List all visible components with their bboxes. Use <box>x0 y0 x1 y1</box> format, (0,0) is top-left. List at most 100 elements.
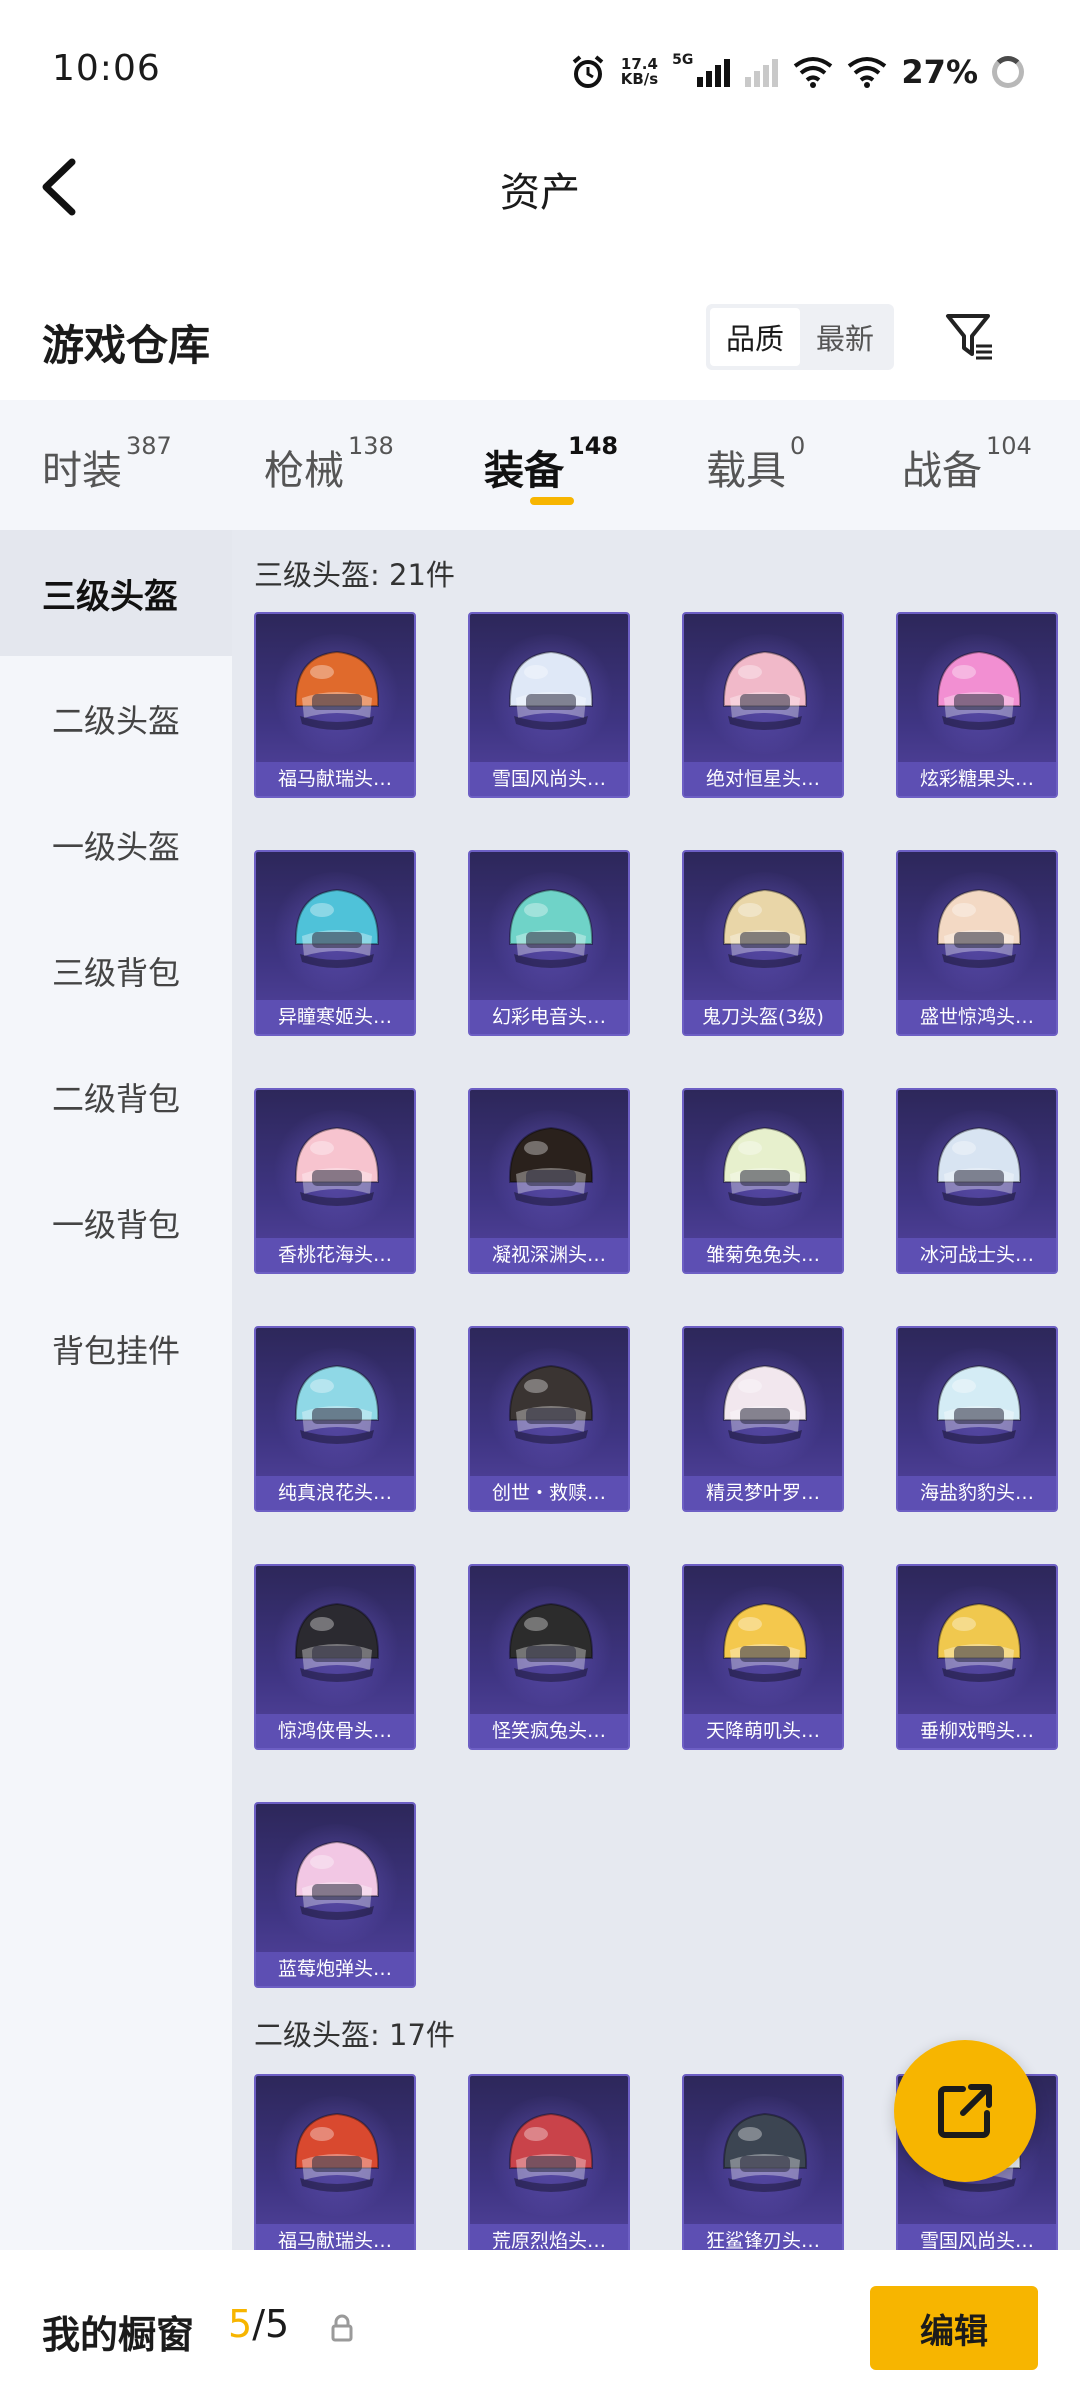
item-name: 蓝莓炮弹头… <box>256 1952 414 1986</box>
helmet-icon <box>936 1364 1022 1444</box>
item-card[interactable]: 幻彩电音头… <box>468 850 630 1036</box>
item-card[interactable]: 荒原烈焰头… <box>468 2074 630 2250</box>
item-name: 凝视深渊头… <box>470 1238 628 1272</box>
helmet-icon <box>508 2112 594 2192</box>
item-card[interactable]: 天降萌叽头… <box>682 1564 844 1750</box>
status-bar: 10:06 17.4 KB/s 5G 27% <box>0 0 1080 140</box>
sidebar-item-level2-helmet[interactable]: 二级头盔 <box>0 656 232 782</box>
item-name: 绝对恒星头… <box>684 762 842 796</box>
tab-label: 装备 <box>484 448 564 494</box>
helmet-icon <box>936 1126 1022 1206</box>
sort-quality-button[interactable]: 品质 <box>710 308 800 366</box>
item-card[interactable]: 凝视深渊头… <box>468 1088 630 1274</box>
tab-label: 枪械 <box>264 448 344 494</box>
tab-count: 138 <box>348 432 394 460</box>
sidebar-item-level1-backpack[interactable]: 一级背包 <box>0 1160 232 1286</box>
item-card[interactable]: 香桃花海头… <box>254 1088 416 1274</box>
helmet-icon <box>294 1126 380 1206</box>
item-name: 冰河战士头… <box>898 1238 1056 1272</box>
signal-icon <box>697 59 731 87</box>
item-card[interactable]: 创世・救赎… <box>468 1326 630 1512</box>
helmet-icon <box>936 1602 1022 1682</box>
category-tabs: 时装387 枪械138 装备148 载具0 战备104 <box>0 400 1080 530</box>
helmet-icon <box>294 1840 380 1920</box>
tab-label: 时装 <box>42 448 122 494</box>
tab-supplies[interactable]: 战备104 <box>902 432 1032 496</box>
item-card[interactable]: 异瞳寒姬头… <box>254 850 416 1036</box>
showcase-current: 5 <box>228 2302 253 2346</box>
warehouse-title: 游戏仓库 <box>42 321 211 370</box>
item-card[interactable]: 雪国风尚头… <box>468 612 630 798</box>
item-card[interactable]: 狂鲨锋刃头… <box>682 2074 844 2250</box>
sidebar-item-backpack-charm[interactable]: 背包挂件 <box>0 1286 232 1412</box>
item-card[interactable]: 福马献瑞头… <box>254 2074 416 2250</box>
helmet-icon <box>294 2112 380 2192</box>
item-name: 垂柳戏鸭头… <box>898 1714 1056 1748</box>
helmet-icon <box>508 1602 594 1682</box>
sidebar-item-level1-helmet[interactable]: 一级头盔 <box>0 782 232 908</box>
sidebar-item-level2-backpack[interactable]: 二级背包 <box>0 1034 232 1160</box>
item-card[interactable]: 鬼刀头盔(3级) <box>682 850 844 1036</box>
showcase-separator: / <box>252 2302 265 2346</box>
item-name: 荒原烈焰头… <box>470 2224 628 2250</box>
item-card[interactable]: 雏菊兔兔头… <box>682 1088 844 1274</box>
item-grid-area[interactable]: 三级头盔: 21件 福马献瑞头… 雪国风尚头… 绝对恒星头… 炫彩糖果头… 异瞳寒姬头…… <box>232 530 1080 2250</box>
item-card[interactable]: 怪笑疯兔头… <box>468 1564 630 1750</box>
item-card[interactable]: 垂柳戏鸭头… <box>896 1564 1058 1750</box>
item-name: 雪国风尚头… <box>470 762 628 796</box>
share-external-icon <box>938 2084 992 2138</box>
item-card[interactable]: 海盐豹豹头… <box>896 1326 1058 1512</box>
showcase-total: 5 <box>265 2302 290 2346</box>
signal-2-icon <box>745 59 779 87</box>
status-time: 10:06 <box>52 48 161 89</box>
item-card[interactable]: 惊鸿侠骨头… <box>254 1564 416 1750</box>
item-card[interactable]: 精灵梦叶罗… <box>682 1326 844 1512</box>
item-card[interactable]: 福马献瑞头… <box>254 612 416 798</box>
tab-count: 0 <box>790 432 806 460</box>
item-card[interactable]: 炫彩糖果头… <box>896 612 1058 798</box>
helmet-icon <box>722 1364 808 1444</box>
helmet-icon <box>294 888 380 968</box>
helmet-icon <box>936 888 1022 968</box>
helmet-icon <box>294 650 380 730</box>
sort-newest-button[interactable]: 最新 <box>800 308 890 366</box>
filter-icon[interactable] <box>944 310 996 362</box>
tab-vehicles[interactable]: 载具0 <box>706 432 805 496</box>
speed-unit: KB/s <box>620 70 659 88</box>
sort-toggle: 品质 最新 <box>706 304 894 370</box>
helmet-icon <box>722 888 808 968</box>
item-card[interactable]: 盛世惊鸿头… <box>896 850 1058 1036</box>
section-header: 三级头盔: 21件 <box>254 558 455 592</box>
showcase-bar: 我的橱窗 5/5 编辑 <box>0 2250 1080 2400</box>
item-name: 纯真浪花头… <box>256 1476 414 1510</box>
item-name: 雪国风尚头… <box>898 2224 1056 2250</box>
edit-button[interactable]: 编辑 <box>870 2286 1038 2370</box>
helmet-icon <box>722 650 808 730</box>
item-name: 鬼刀头盔(3级) <box>684 1000 842 1034</box>
alarm-icon <box>572 55 603 88</box>
item-name: 炫彩糖果头… <box>898 762 1056 796</box>
tab-weapons[interactable]: 枪械138 <box>264 432 394 496</box>
wifi-2-icon <box>848 57 887 88</box>
item-card[interactable]: 绝对恒星头… <box>682 612 844 798</box>
showcase-count: 5/5 <box>228 2302 289 2346</box>
helmet-icon <box>722 2112 808 2192</box>
item-card[interactable]: 冰河战士头… <box>896 1088 1058 1274</box>
sidebar-item-level3-helmet[interactable]: 三级头盔 <box>0 530 232 656</box>
page-title: 资产 <box>500 170 580 216</box>
tab-fashion[interactable]: 时装387 <box>42 432 172 496</box>
sidebar-item-level3-backpack[interactable]: 三级背包 <box>0 908 232 1034</box>
item-name: 香桃花海头… <box>256 1238 414 1272</box>
helmet-icon <box>508 1364 594 1444</box>
tab-equipment[interactable]: 装备148 <box>484 432 618 496</box>
subcategory-sidebar: 三级头盔 二级头盔 一级头盔 三级背包 二级背包 一级背包 背包挂件 <box>0 530 232 2250</box>
helmet-icon <box>294 1602 380 1682</box>
share-button[interactable] <box>894 2040 1036 2182</box>
item-name: 创世・救赎… <box>470 1476 628 1510</box>
item-card[interactable]: 蓝莓炮弹头… <box>254 1802 416 1988</box>
tab-count: 387 <box>126 432 172 460</box>
item-card[interactable]: 纯真浪花头… <box>254 1326 416 1512</box>
tab-count: 148 <box>568 432 619 460</box>
wifi-icon <box>794 57 833 88</box>
helmet-icon <box>722 1126 808 1206</box>
